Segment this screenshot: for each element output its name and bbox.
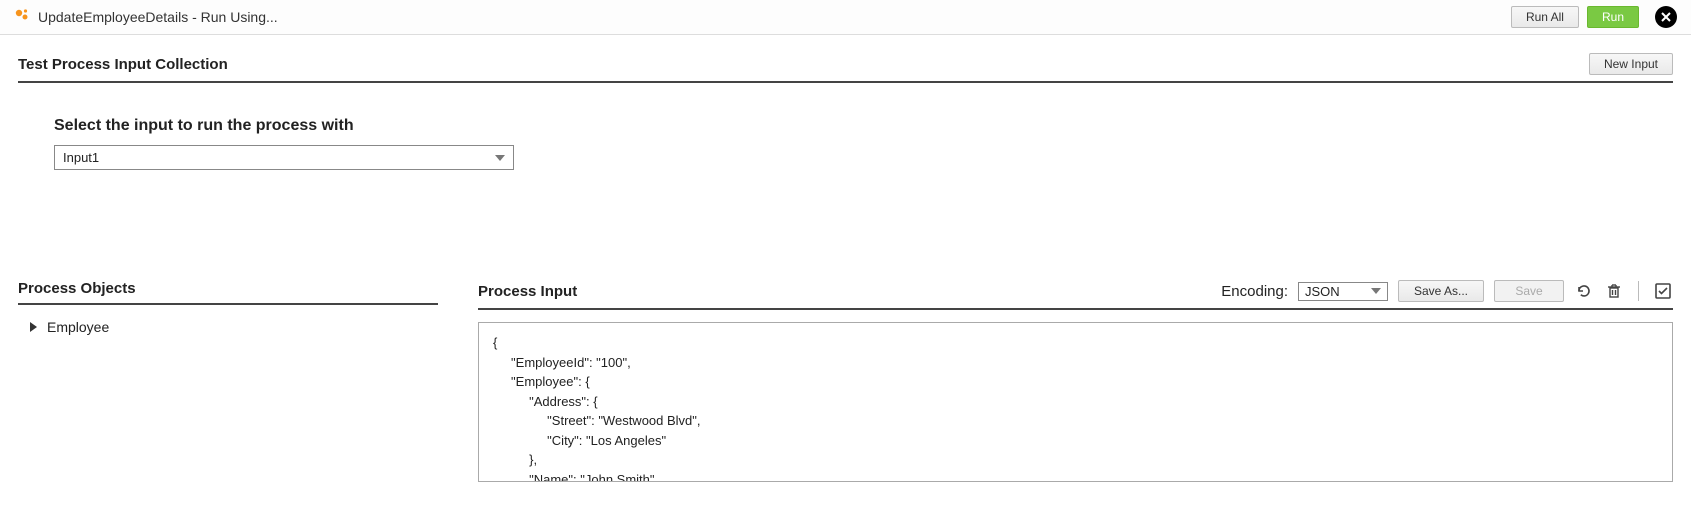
encoding-label: Encoding: [1221,283,1288,300]
collection-divider [18,81,1673,83]
window-title: UpdateEmployeeDetails - Run Using... [38,9,278,25]
close-icon[interactable] [1655,6,1677,28]
process-input-toolbar: Encoding: JSON Save As... Save [1221,280,1673,302]
process-objects-title: Process Objects [18,280,136,297]
run-all-button[interactable]: Run All [1511,6,1579,28]
encoding-select[interactable]: JSON [1298,282,1388,301]
process-input-divider [478,308,1673,310]
process-input-editor[interactable]: { "EmployeeId": "100", "Employee": { "Ad… [478,322,1673,482]
process-input-title: Process Input [478,283,577,300]
input-select-label: Select the input to run the process with [54,117,1673,135]
validate-icon[interactable] [1653,281,1673,301]
chevron-down-icon [495,155,505,161]
undo-icon[interactable] [1574,281,1594,301]
window-title-bar: UpdateEmployeeDetails - Run Using... Run… [0,0,1691,35]
run-button[interactable]: Run [1587,6,1639,28]
toolbar-divider [1638,281,1639,301]
encoding-value: JSON [1305,284,1340,299]
save-button: Save [1494,280,1564,302]
input-select[interactable]: Input1 [54,145,514,170]
save-as-button[interactable]: Save As... [1398,280,1484,302]
collection-title: Test Process Input Collection [18,56,228,73]
chevron-down-icon [1371,288,1381,294]
tree-item-employee[interactable]: Employee [30,319,438,335]
tree-item-label: Employee [47,319,109,335]
expand-icon [30,322,37,332]
input-select-value: Input1 [63,150,99,165]
process-icon [14,7,30,27]
new-input-button[interactable]: New Input [1589,53,1673,75]
process-objects-divider [18,303,438,305]
delete-icon[interactable] [1604,281,1624,301]
